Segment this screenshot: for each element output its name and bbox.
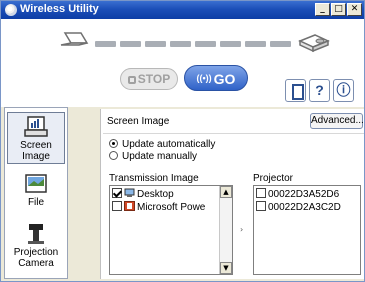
screen-image-panel: Screen Image Advanced... Update automati… [100, 109, 364, 279]
radio-selected[interactable] [109, 139, 118, 148]
transmission-image-label: Transmission Image [109, 173, 199, 184]
go-button[interactable]: ((•)) GO [184, 65, 248, 91]
help-button[interactable]: ? [309, 79, 330, 102]
list-item-label: Microsoft Powe [137, 202, 206, 213]
info-button[interactable]: ⓘ [333, 79, 354, 102]
checkbox-unchecked[interactable] [256, 201, 266, 211]
radio-label: Update automatically [122, 139, 216, 150]
sidebar-item-label-line-2: Camera [18, 258, 54, 269]
powerpoint-icon [124, 201, 135, 211]
list-item-label: 00022D2A3C2D [268, 202, 341, 213]
checkbox-checked[interactable] [112, 188, 122, 198]
list-item[interactable]: Desktop [112, 188, 174, 201]
document-button[interactable] [285, 79, 306, 102]
app-logo-icon [5, 4, 17, 16]
transmission-scrollbar[interactable]: ▲ ▼ [219, 186, 232, 274]
stop-label: STOP [137, 72, 171, 86]
maximize-button[interactable]: □ [331, 3, 346, 16]
list-item[interactable]: Microsoft Powe [112, 201, 205, 214]
radio-label: Update manually [122, 151, 198, 162]
sidebar-item-label: File [27, 197, 45, 208]
divider [103, 133, 364, 134]
checkbox-unchecked[interactable] [256, 188, 266, 198]
list-item[interactable]: 00022D2A3C2D [256, 201, 341, 214]
window-title: Wireless Utility [20, 3, 99, 15]
scroll-up-arrow-icon[interactable]: ▲ [220, 186, 232, 198]
stop-icon [127, 76, 136, 84]
wireless-utility-window: Wireless Utility _ □ ✕ STOP ((•))GO ? ⓘ [0, 0, 365, 282]
stop-button[interactable]: STOP [120, 68, 178, 90]
update-automatically-option[interactable]: Update automatically [109, 139, 215, 150]
projector-icon [298, 34, 330, 53]
projection-camera-icon [28, 224, 44, 244]
sidebar-item-screen-image[interactable]: Screen Image [7, 112, 65, 164]
transmission-image-list[interactable]: Desktop Microsoft Powe ▲ ▼ [109, 185, 233, 275]
sidebar-item-label: Screen Image [20, 140, 52, 162]
laptop-icon [60, 32, 89, 46]
connection-strip: STOP ((•)) GO ? ⓘ [1, 19, 364, 107]
projector-label: Projector [253, 173, 294, 184]
mode-sidebar: Screen Image File Projection Camera [4, 107, 68, 279]
go-label: GO [213, 71, 236, 87]
desktop-icon [124, 188, 135, 197]
update-manually-option[interactable]: Update manually [109, 151, 197, 162]
panel-title: Screen Image [107, 116, 170, 127]
sidebar-item-file[interactable]: File [7, 170, 65, 214]
minimize-button[interactable]: _ [315, 3, 330, 16]
sidebar-item-projection-camera[interactable]: Projection Camera [7, 220, 65, 276]
file-icon [25, 174, 47, 193]
list-item-label: 00022D3A52D6 [268, 189, 340, 200]
screen-image-icon [24, 116, 48, 137]
wireless-signal-icon: ((•)) [196, 73, 212, 83]
close-button[interactable]: ✕ [347, 3, 362, 16]
signal-bar [95, 41, 291, 47]
title-bar[interactable]: Wireless Utility _ □ ✕ [1, 1, 364, 19]
list-item[interactable]: 00022D3A52D6 [256, 188, 339, 201]
radio-unselected[interactable] [109, 151, 118, 160]
scroll-down-arrow-icon[interactable]: ▼ [220, 262, 232, 274]
projector-list[interactable]: 00022D3A52D6 00022D2A3C2D [253, 185, 361, 275]
advanced-button[interactable]: Advanced... [310, 113, 364, 129]
list-item-label: Desktop [137, 189, 174, 200]
chevron-right-icon: › [240, 225, 244, 234]
checkbox-unchecked[interactable] [112, 201, 122, 211]
sidebar-item-label-line-1: Projection [13, 247, 59, 258]
